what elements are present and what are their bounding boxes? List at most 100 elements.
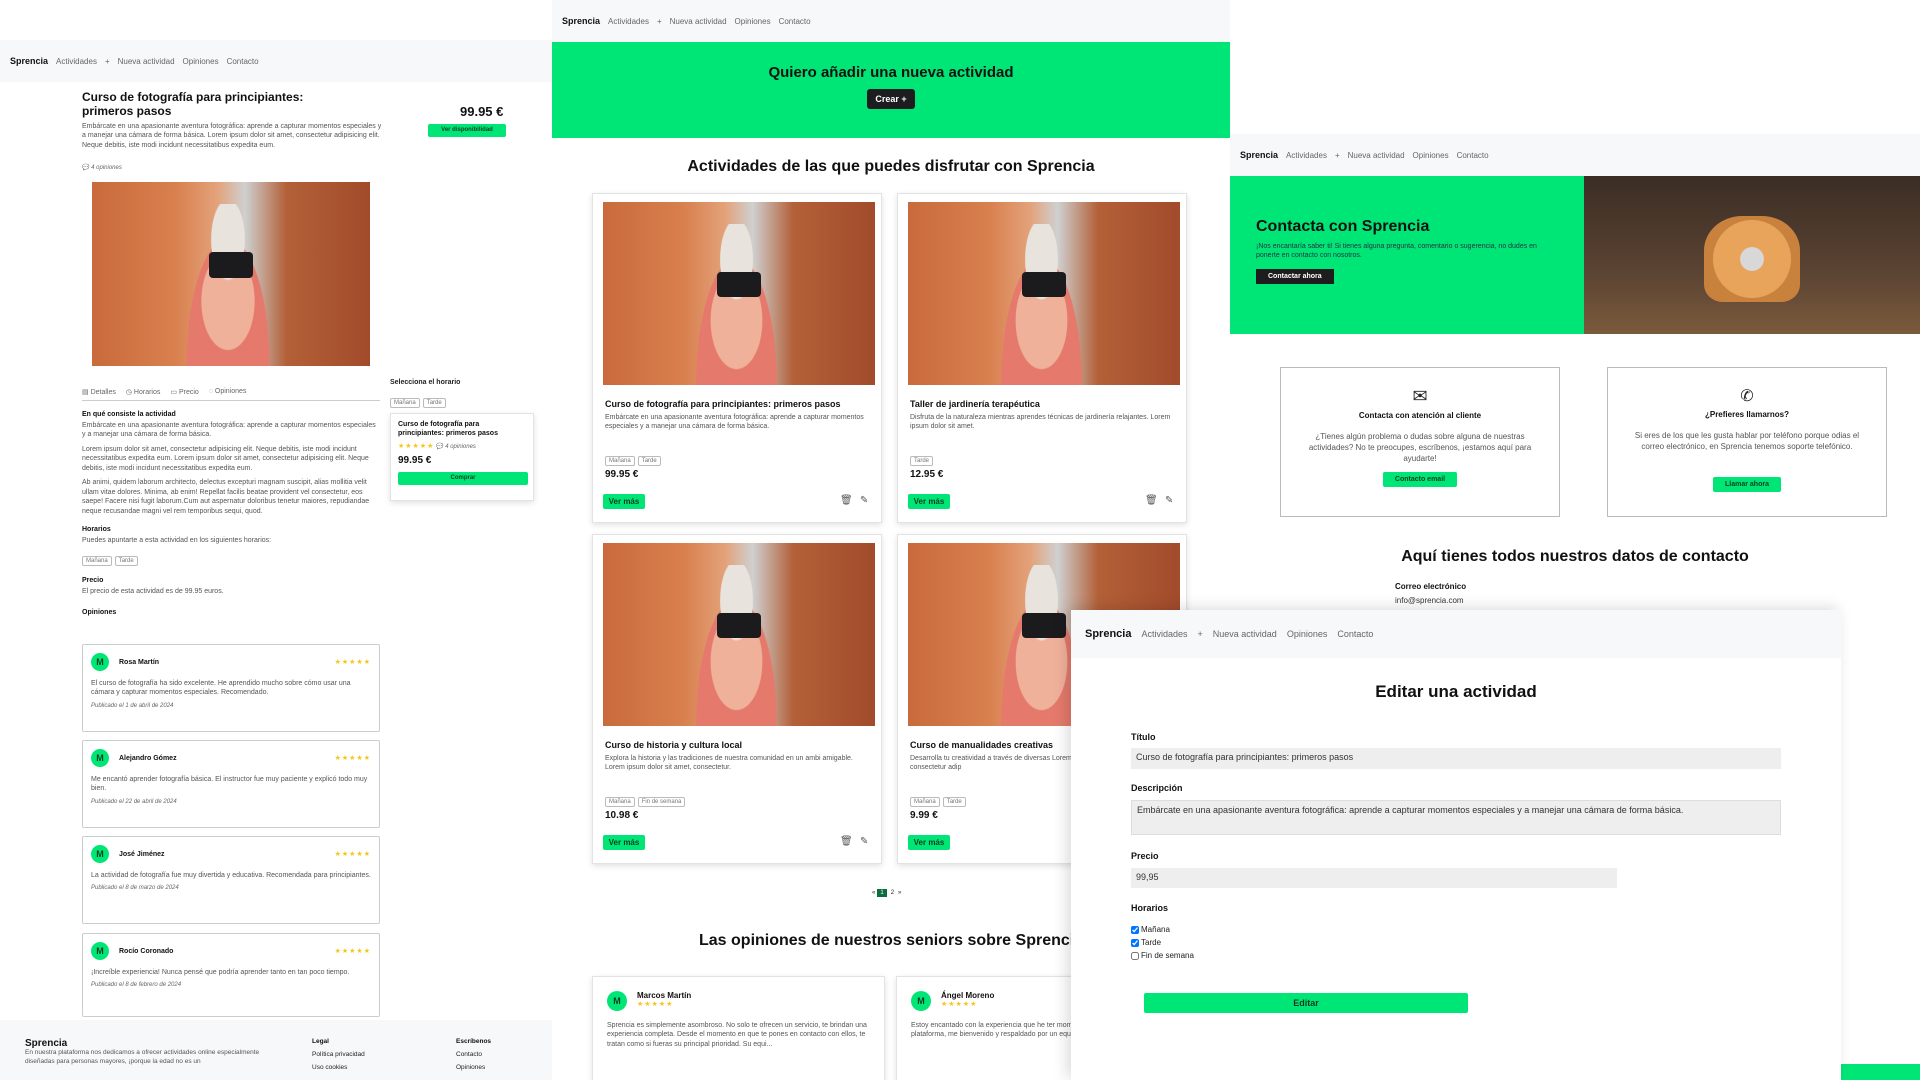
activity-photo [603,202,875,385]
footer: Sprencia En nuestra plataforma nos dedic… [0,1020,552,1080]
activity-photo [908,202,1180,385]
tag: Fin de semana [637,797,686,807]
brand-logo[interactable]: Sprencia [1085,628,1131,640]
stars-icon: ★★★★★ [398,442,435,450]
footer-write: Escríbenos Contacto Opiniones [456,1038,491,1071]
stars-icon: ★★★★★ [334,755,371,762]
activity-photo [92,182,370,366]
nav-nueva-actividad[interactable]: Nueva actividad [670,17,727,26]
see-more-button[interactable]: Ver más [908,494,950,509]
pencil-icon[interactable]: ✎ [1165,495,1173,506]
nav-actividades[interactable]: Actividades [1286,151,1327,160]
activity-card: Curso de historia y cultura local Explor… [592,534,882,864]
checkbox-manana[interactable] [1131,925,1139,934]
detail-content: En qué consiste la actividad Embárcate e… [82,411,380,616]
schedule-option-manana[interactable]: Mañana [390,398,420,408]
price-input[interactable]: 99,95 [1131,868,1617,888]
see-more-button[interactable]: Ver más [603,835,645,850]
see-more-button[interactable]: Ver más [603,494,645,509]
nav-actividades[interactable]: Actividades [56,57,97,66]
schedule-checkbox-tarde[interactable]: Tarde [1131,936,1194,949]
contact-email-button[interactable]: Contacto email [1382,472,1458,488]
submit-edit-button[interactable]: Editar [1144,993,1468,1013]
create-hero: Quiero añadir una nueva actividad Crear … [552,42,1230,138]
pencil-icon[interactable]: ✎ [860,836,868,847]
footer-link-cookies[interactable]: Uso cookies [312,1064,365,1071]
trash-icon[interactable]: 🗑 [840,495,853,506]
nav-contacto[interactable]: Contacto [1337,629,1373,639]
mini-reviews-text: 4 opiniones [445,443,476,450]
brand-logo[interactable]: Sprencia [562,16,600,26]
telephone-photo [1584,176,1920,334]
description-textarea[interactable]: Embárcate en una apasionante aventura fo… [1131,800,1781,835]
footer-link-privacy[interactable]: Política privacidad [312,1051,365,1058]
checkbox-tarde[interactable] [1131,938,1139,947]
schedule-checkbox-manana[interactable]: Mañana [1131,923,1194,936]
review-date: Publicado el 8 de febrero de 2024 [91,982,182,989]
schedule-checkbox-fin-semana[interactable]: Fin de semana [1131,949,1194,962]
card-price: 10.98 € [605,810,639,821]
pencil-icon[interactable]: ✎ [860,495,868,506]
nav-nueva-actividad[interactable]: Nueva actividad [1348,151,1405,160]
nav-opiniones[interactable]: Opiniones [735,17,771,26]
price-label: Precio [1131,851,1159,861]
schedules-text: Puedes apuntarte a esta actividad en los… [82,536,272,544]
footer-link-opinions[interactable]: Opiniones [456,1064,491,1071]
card-tags: Mañana Tarde [605,449,664,467]
activities-title: Actividades de las que puedes disfrutar … [687,158,1095,175]
checkbox-fin-semana[interactable] [1131,951,1139,960]
pagination-page-2[interactable]: 2 [889,889,896,897]
tab-opiniones[interactable]: ◌ Opiniones [209,388,247,396]
nav-opiniones[interactable]: Opiniones [183,57,219,66]
review-date: Publicado el 22 de abril de 2024 [91,798,177,805]
tag: Mañana [605,797,635,807]
nav-contacto[interactable]: Contacto [1457,151,1489,160]
availability-button[interactable]: Ver disponibilidad [428,124,506,137]
create-button[interactable]: Crear + [867,89,915,109]
pagination-prev[interactable]: « [872,890,875,896]
nav-opiniones[interactable]: Opiniones [1287,629,1328,639]
review-author: Rosa Martín [119,658,160,666]
see-more-button[interactable]: Ver más [908,835,950,850]
card-title: Curso de fotografía para principiantes: … [605,399,841,409]
nav-nueva-actividad[interactable]: Nueva actividad [118,57,175,66]
buy-button[interactable]: Comprar [398,471,528,485]
checkbox-label: Fin de semana [1141,951,1194,960]
card-desc: Disfruta de la naturaleza mientras apren… [910,414,1171,431]
trash-icon[interactable]: 🗑 [1145,495,1158,506]
brand-logo[interactable]: Sprencia [10,56,48,66]
mini-price: 99.95 € [398,454,432,466]
nav-actividades[interactable]: Actividades [608,17,649,26]
tab-detalles[interactable]: ▤ Detalles [82,388,116,396]
tab-precio[interactable]: ▭ Precio [170,388,198,396]
nav-contacto[interactable]: Contacto [227,57,259,66]
pagination-next[interactable]: » [898,890,901,896]
brand-logo[interactable]: Sprencia [1240,150,1278,160]
support-phone-title: ¿Prefieres llamarnos? [1704,410,1790,419]
card-title: Curso de historia y cultura local [605,740,743,750]
nav-nueva-actividad[interactable]: Nueva actividad [1213,629,1277,639]
footer-link-contact[interactable]: Contacto [456,1051,491,1058]
avatar: M [91,653,109,671]
support-box-email: ✉ Contacta con atención al cliente ¿Tien… [1280,367,1560,517]
nav-opiniones[interactable]: Opiniones [1413,151,1449,160]
title-input[interactable]: Curso de fotografía para principiantes: … [1131,748,1781,769]
review-card: M Alejandro Gómez ★★★★★ Me encantó aprende… [82,740,380,828]
pagination-page-1[interactable]: 1 [877,889,887,897]
contact-now-button[interactable]: Contactar ahora [1256,268,1334,284]
call-now-button[interactable]: Llamar ahora [1713,476,1781,492]
trash-icon[interactable]: 🗑 [840,836,853,847]
tab-horarios[interactable]: ◷ Horarios [126,388,161,396]
mini-rating: ★★★★★ 💬 4 opiniones [398,442,526,450]
email-value[interactable]: info@sprencia.com [1395,596,1464,605]
nav-contacto[interactable]: Contacto [779,17,811,26]
avatar: M [91,845,109,863]
nav-actividades[interactable]: Actividades [1141,629,1187,639]
opinion-author: Marcos Martín [637,991,692,1000]
description-label: Descripción [1131,783,1183,793]
phone-call-icon: ✆ [1740,388,1754,405]
activity-card: Curso de fotografía para principiantes: … [592,193,882,523]
schedule-option-tarde[interactable]: Tarde [422,398,446,408]
card-tags: Tarde [910,449,936,467]
checkbox-label: Tarde [1141,938,1162,947]
